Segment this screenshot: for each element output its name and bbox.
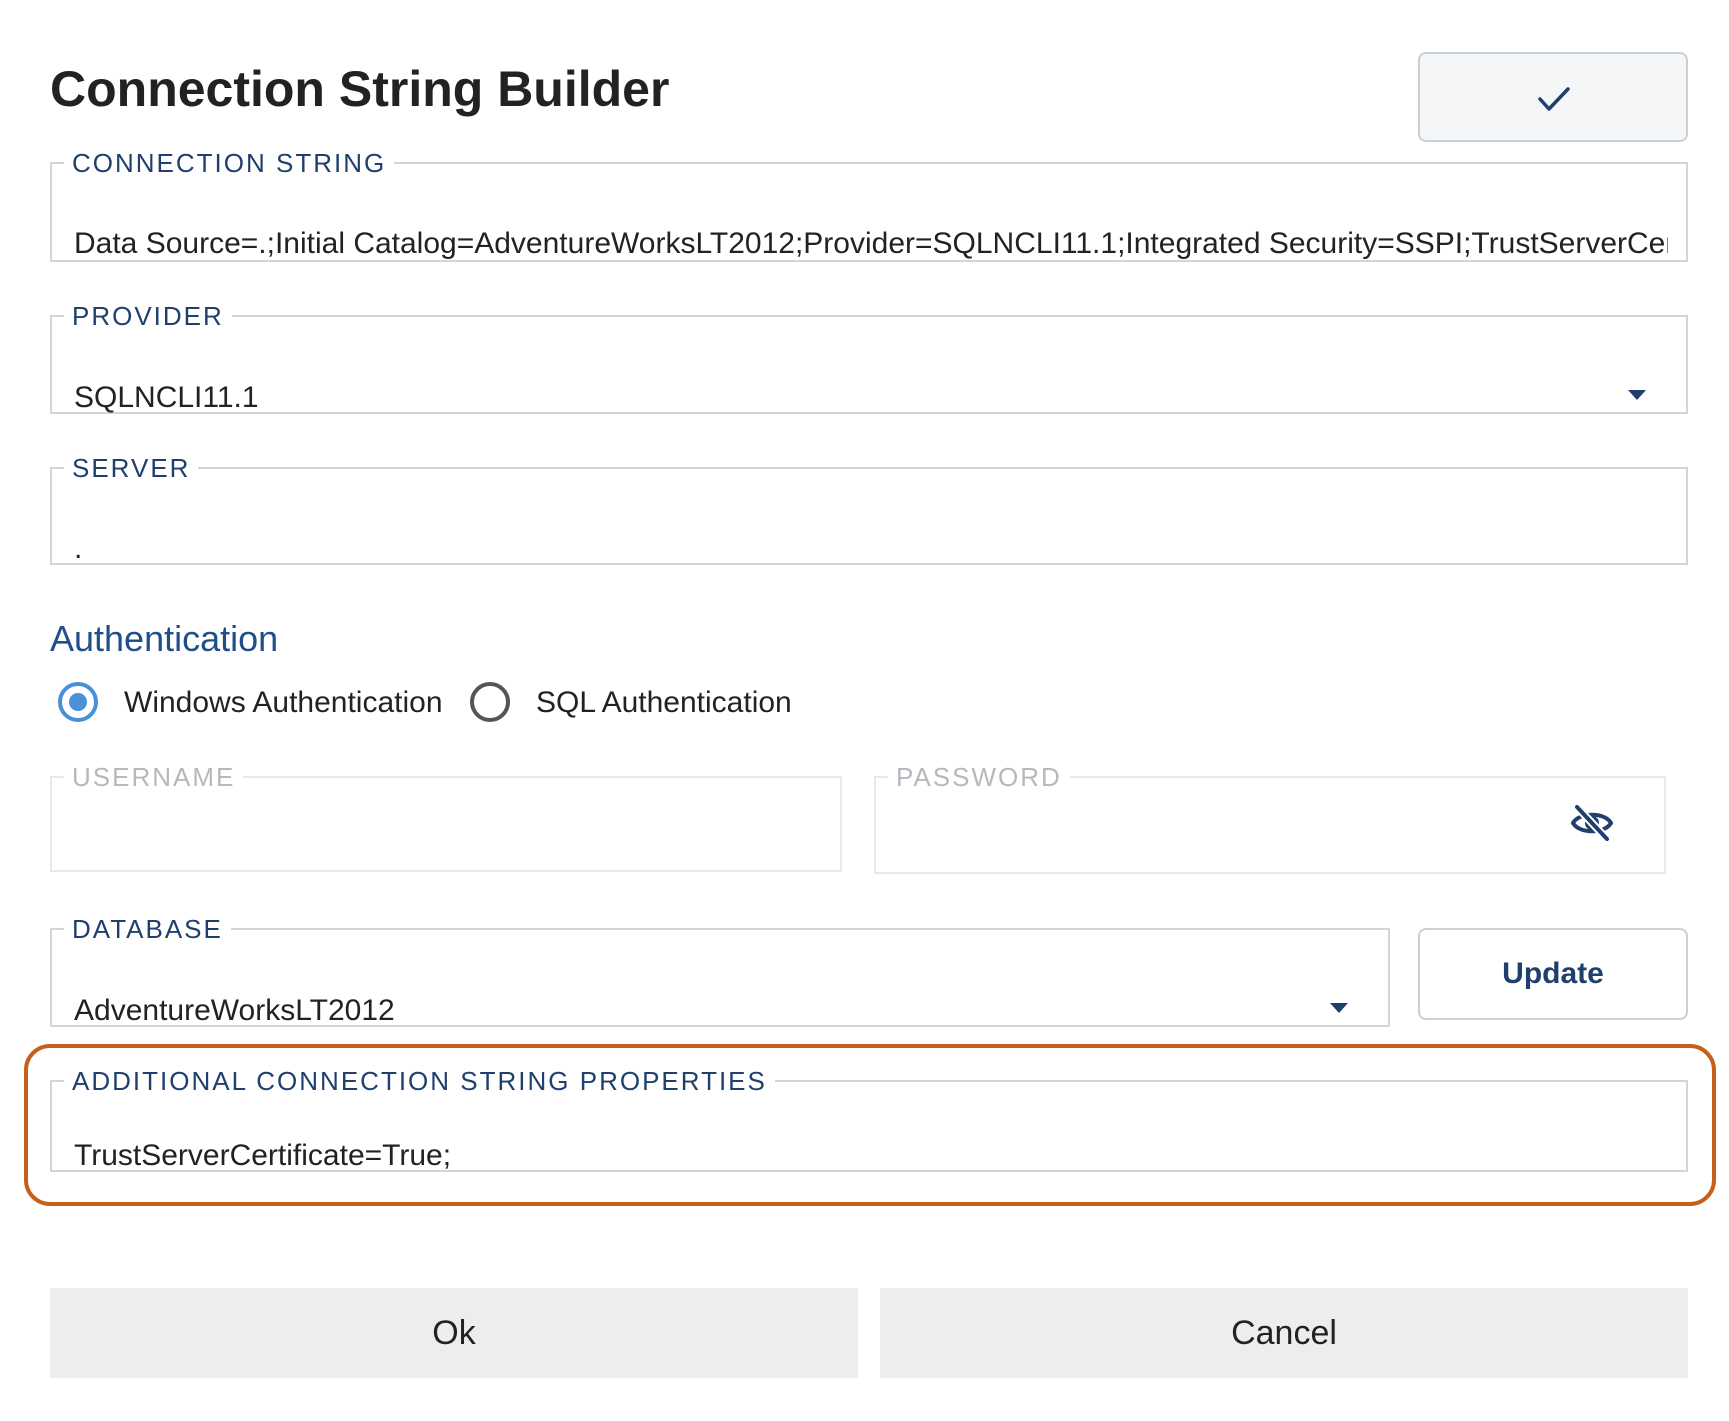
database-label: DATABASE (72, 914, 223, 944)
authentication-heading: Authentication (50, 618, 279, 659)
password-label: PASSWORD (896, 762, 1062, 792)
confirm-button[interactable] (1418, 52, 1688, 142)
additional-properties-value: TrustServerCertificate=True; (74, 1139, 452, 1172)
provider-label: PROVIDER (72, 301, 224, 331)
database-value: AdventureWorksLT2012 (74, 994, 395, 1027)
server-field[interactable]: SERVER . (50, 455, 1688, 565)
server-label: SERVER (72, 453, 191, 483)
provider-value: SQLNCLI11.1 (74, 381, 259, 414)
connection-string-label: CONNECTION STRING (72, 148, 387, 178)
eye-slash-icon[interactable] (1570, 803, 1614, 843)
password-field[interactable]: PASSWORD (874, 764, 1666, 874)
cancel-button[interactable]: Cancel (880, 1288, 1688, 1378)
connection-string-value: Data Source=.;Initial Catalog=AdventureW… (74, 227, 1668, 260)
chevron-down-icon[interactable] (1330, 1003, 1348, 1013)
provider-select[interactable]: PROVIDER SQLNCLI11.1 (50, 303, 1688, 414)
sql-auth-label[interactable]: SQL Authentication (536, 686, 792, 720)
update-button[interactable]: Update (1418, 928, 1688, 1020)
username-label: USERNAME (72, 762, 236, 792)
additional-properties-field[interactable]: ADDITIONAL CONNECTION STRING PROPERTIES … (50, 1068, 1688, 1172)
windows-auth-label[interactable]: Windows Authentication (124, 686, 443, 720)
server-value: . (74, 532, 83, 565)
chevron-down-icon[interactable] (1628, 390, 1646, 400)
ok-button[interactable]: Ok (50, 1288, 858, 1378)
windows-auth-radio[interactable] (58, 682, 98, 722)
sql-auth-radio[interactable] (470, 682, 510, 722)
connection-string-field[interactable]: CONNECTION STRING Data Source=.;Initial … (50, 150, 1688, 262)
dialog-title: Connection String Builder (50, 61, 670, 117)
check-icon (1538, 87, 1570, 111)
database-select[interactable]: DATABASE AdventureWorksLT2012 (50, 916, 1390, 1027)
additional-properties-label: ADDITIONAL CONNECTION STRING PROPERTIES (72, 1066, 767, 1096)
username-field[interactable]: USERNAME (50, 764, 842, 872)
